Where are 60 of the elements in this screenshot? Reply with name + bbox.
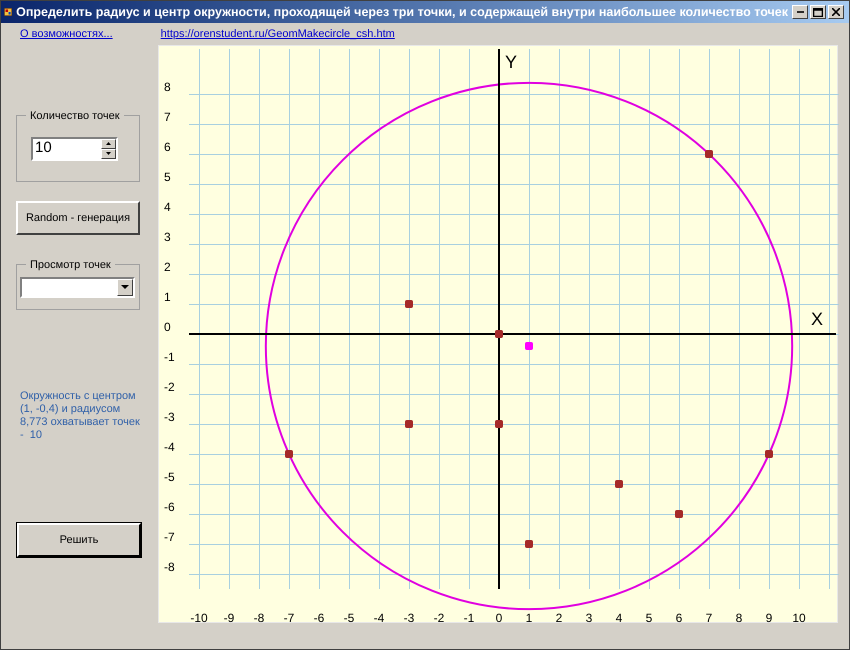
tick-label: 4	[616, 611, 622, 624]
tick-label: 5	[646, 611, 652, 624]
solve-button[interactable]: Решить	[17, 523, 141, 557]
axis-label: X	[811, 309, 824, 329]
tick-label: -7	[164, 530, 175, 544]
maximize-button[interactable]	[810, 5, 826, 19]
down-arrow-icon	[106, 152, 111, 155]
tick-label: 3	[586, 611, 592, 624]
url-link[interactable]: https://orenstudent.ru/GeomMakecircle_csh.htm	[160, 26, 395, 42]
group-label: Просмотр точек	[26, 257, 115, 274]
tick-label: 1	[526, 611, 532, 624]
axis-label: Y	[505, 52, 518, 72]
tick-label: -8	[164, 560, 175, 574]
dropdown-arrow-icon	[121, 285, 129, 289]
tick-label: -1	[164, 350, 175, 364]
tick-label: 10	[792, 611, 806, 624]
tick-label: -9	[224, 611, 234, 624]
tick-label: -1	[464, 611, 474, 624]
points-dropdown[interactable]	[20, 276, 135, 298]
random-button[interactable]: Random - генерация	[16, 201, 140, 235]
about-link[interactable]: О возможностях...	[20, 26, 113, 42]
tick-label: -6	[314, 611, 324, 624]
tick-label: -5	[164, 470, 175, 484]
number-spinner[interactable]: 10	[31, 136, 118, 160]
tick-label: 8	[736, 611, 742, 624]
tick-label: -2	[434, 611, 444, 624]
close-button[interactable]	[828, 5, 844, 19]
spin-down-button[interactable]	[101, 148, 116, 158]
tick-label: 6	[676, 611, 682, 624]
tick-label: 7	[706, 611, 712, 624]
result-text: Окружность с центром (1, -0,4) и радиусом 8,773 охватывает точек - 10	[19, 390, 140, 442]
tick-label: -5	[344, 611, 354, 624]
tick-label: 0	[496, 611, 502, 624]
tick-label: 9	[766, 611, 772, 624]
tick-label: 8	[164, 80, 171, 94]
up-arrow-icon	[106, 142, 111, 145]
tick-label: -2	[164, 380, 175, 394]
window-title: Определить радиус и центр окружности, проходящей через три точки, и содержащей внутри наибольшее количество точек	[16, 4, 788, 21]
minimize-icon	[796, 11, 804, 13]
spin-up-button[interactable]	[101, 138, 116, 148]
tick-label: -3	[164, 410, 175, 424]
maximize-icon	[813, 8, 823, 16]
tick-label: 6	[164, 140, 171, 154]
tick-label: 0	[164, 320, 171, 334]
tick-label: -7	[284, 611, 294, 624]
tick-label: 2	[556, 611, 562, 624]
close-icon	[832, 8, 840, 16]
tick-label: -4	[374, 611, 384, 624]
tick-label: 5	[164, 170, 171, 184]
tick-label: -8	[254, 611, 264, 624]
tick-label: -4	[164, 440, 175, 454]
tick-label: 2	[164, 260, 171, 274]
tick-label: 1	[164, 290, 171, 304]
tick-label: 7	[164, 110, 171, 124]
tick-label: 4	[164, 200, 171, 214]
minimize-button[interactable]	[792, 5, 808, 19]
tick-label: -6	[164, 500, 175, 514]
tick-label: -10	[190, 611, 208, 624]
tick-label: 3	[164, 230, 171, 244]
tick-label: -3	[404, 611, 414, 624]
